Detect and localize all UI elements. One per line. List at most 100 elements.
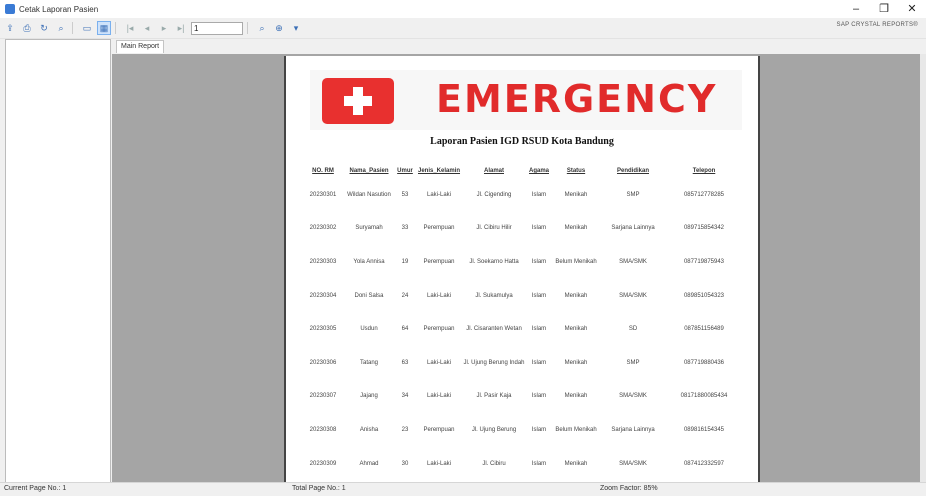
column-header: Agama <box>528 168 549 174</box>
maximize-button[interactable]: ❐ <box>870 0 898 18</box>
report-viewer[interactable]: EMERGENCY Laporan Pasien IGD RSUD Kota B… <box>112 54 920 482</box>
toolbar-divider <box>247 22 248 34</box>
table-cell: Jajang <box>360 393 378 400</box>
tree-toggle-icon[interactable]: ▦ <box>97 21 111 35</box>
table-cell: SMA/SMK <box>619 460 647 467</box>
table-cell: SD <box>628 326 638 333</box>
table-cell: 34 <box>401 393 409 400</box>
table-row: 20230306 Tatang 63 Laki-Laki Jl. Ujung Berun… <box>302 346 742 380</box>
table-cell: Menikah <box>564 359 588 366</box>
table-cell: Anisha <box>359 426 379 433</box>
find-text-icon[interactable]: ⌕ <box>255 21 269 35</box>
table-cell: Jl. Soekarno Hatta <box>469 258 519 265</box>
refresh-icon[interactable]: ↻ <box>37 21 51 35</box>
search-icon[interactable]: ⌕ <box>54 21 68 35</box>
total-page-status: Total Page No.: 1 <box>292 485 346 492</box>
table-cell: Usdun <box>360 326 378 333</box>
table-cell: Islam <box>531 292 547 299</box>
table-cell: Islam <box>531 460 547 467</box>
table-row: 20230308 Anisha 23 Perempuan Jl. Ujung Berun… <box>302 413 742 447</box>
vertical-scrollbar[interactable] <box>920 54 926 482</box>
table-row: 20230303 Yola Annisa 19 Perempuan Jl. Soekar… <box>302 245 742 279</box>
last-page-icon[interactable]: ▸| <box>174 21 188 35</box>
table-row: 20230302 Suryamah 33 Perempuan Jl. Cibiru Hi… <box>302 212 742 246</box>
table-cell: 089851054323 <box>683 292 725 299</box>
medical-cross-icon <box>322 78 394 124</box>
table-cell: 089816154345 <box>683 426 725 433</box>
table-cell: Perempuan <box>423 258 455 265</box>
export-icon[interactable]: ⇪ <box>3 21 17 35</box>
table-cell: 24 <box>401 292 409 299</box>
table-cell: 20230301 <box>309 191 337 198</box>
table-header-row: NO. RM Nama_Pasien Umur Jenis_Kelamin Al… <box>302 164 742 178</box>
patient-table: NO. RM Nama_Pasien Umur Jenis_Kelamin Al… <box>302 164 742 482</box>
table-cell: Islam <box>531 326 547 333</box>
table-cell: Jl. Cibiru Hilir <box>476 225 512 232</box>
table-cell: Laki-Laki <box>426 393 451 400</box>
page-number-input[interactable]: 1 <box>191 21 243 35</box>
toolbar-divider <box>72 22 73 34</box>
table-cell: SMP <box>626 191 640 198</box>
page-setup-icon[interactable]: ▭ <box>80 21 94 35</box>
table-cell: Menikah <box>564 326 588 333</box>
minimize-button[interactable]: – <box>842 0 870 18</box>
current-page-status: Current Page No.: 1 <box>4 485 67 492</box>
table-cell: Islam <box>531 191 547 198</box>
report-title: Laporan Pasien IGD RSUD Kota Bandung <box>430 136 614 147</box>
table-cell: 53 <box>401 191 409 198</box>
table-cell: 20230302 <box>309 225 337 232</box>
table-cell: Menikah <box>564 460 588 467</box>
table-cell: 30 <box>401 460 409 467</box>
report-tabstrip: Main Report <box>112 39 922 54</box>
table-cell: Suryamah <box>355 225 383 232</box>
print-icon[interactable]: ⎙ <box>20 21 34 35</box>
next-page-icon[interactable]: ▸ <box>157 21 171 35</box>
table-cell: 20230303 <box>309 258 337 265</box>
table-cell: Jl. Pasir Kaja <box>476 393 512 400</box>
first-page-icon[interactable]: |◂ <box>123 21 137 35</box>
table-cell: 085712778285 <box>683 191 725 198</box>
table-cell: Jl. Cisaranten Wetan <box>466 326 522 333</box>
previous-page-icon[interactable]: ◂ <box>140 21 154 35</box>
zoom-dropdown-icon[interactable]: ▾ <box>289 21 303 35</box>
table-cell: 089715854342 <box>683 225 725 232</box>
table-cell: 20230306 <box>309 359 337 366</box>
group-tree-panel[interactable] <box>5 39 111 483</box>
table-cell: Doni Salsa <box>354 292 384 299</box>
zoom-icon[interactable]: ⊕ <box>272 21 286 35</box>
table-cell: 087719875943 <box>683 258 725 265</box>
table-cell: Menikah <box>564 292 588 299</box>
title-bar: Cetak Laporan Pasien – ❐ ✕ <box>0 0 926 18</box>
table-cell: 20230309 <box>309 460 337 467</box>
table-row: 20230309 Ahmad 30 Laki-Laki Jl. Cibiru Islam M… <box>302 447 742 481</box>
close-button[interactable]: ✕ <box>898 0 926 18</box>
table-cell: Belum Menikah <box>555 258 597 265</box>
table-cell: 33 <box>401 225 409 232</box>
table-cell: Ahmad <box>359 460 379 467</box>
column-header: Status <box>566 168 586 174</box>
column-header: Nama_Pasien <box>349 168 389 174</box>
table-cell: Jl. Ujung Berung Indah <box>463 359 525 366</box>
table-cell: Belum Menikah <box>555 426 597 433</box>
table-cell: SMA/SMK <box>619 393 647 400</box>
table-cell: Jl. Ujung Berung <box>471 426 517 433</box>
logo-text: EMERGENCY <box>436 77 718 121</box>
zoom-status: Zoom Factor: 85% <box>600 485 658 492</box>
window-controls: – ❐ ✕ <box>842 0 926 18</box>
tab-main-report[interactable]: Main Report <box>116 40 165 53</box>
column-header: Pendidikan <box>616 168 649 174</box>
table-cell: SMA/SMK <box>619 258 647 265</box>
table-cell: Tatang <box>359 359 378 366</box>
column-header: NO. RM <box>312 168 334 174</box>
table-cell: Sarjana Lainnya <box>611 225 655 232</box>
table-cell: Perempuan <box>423 326 455 333</box>
table-cell: 63 <box>401 359 409 366</box>
column-header: Umur <box>397 168 413 174</box>
toolbar-divider <box>115 22 116 34</box>
table-cell: Sarjana Lainnya <box>611 426 655 433</box>
table-cell: Islam <box>531 426 547 433</box>
table-cell: 08171880085434 <box>680 393 728 400</box>
table-cell: 23 <box>401 426 409 433</box>
table-cell: Perempuan <box>423 426 455 433</box>
table-cell: Menikah <box>564 225 588 232</box>
